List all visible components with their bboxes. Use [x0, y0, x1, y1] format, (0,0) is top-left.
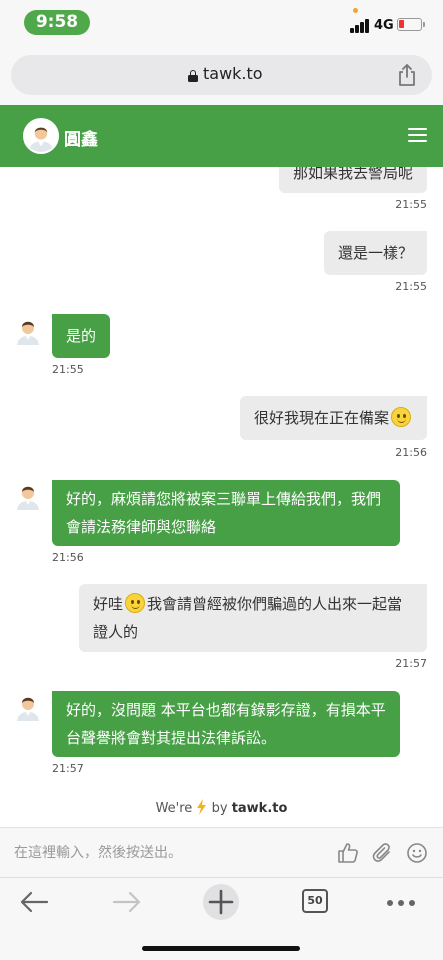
clock: 9:58 [24, 10, 90, 35]
powered-by-tawk[interactable]: We're by tawk.to [0, 799, 443, 816]
smiley-emoji-icon [391, 407, 411, 427]
share-icon[interactable] [398, 64, 416, 86]
paperclip-icon[interactable] [371, 842, 393, 864]
message-composer [0, 827, 443, 877]
agent-avatar-small [17, 321, 39, 345]
message-timestamp: 21:57 [395, 657, 427, 670]
smiley-icon[interactable] [406, 842, 428, 864]
new-tab-icon[interactable] [202, 883, 240, 921]
visitor-message: 很好我現在正在備案 [239, 396, 427, 440]
network-type: 4G [374, 18, 394, 33]
agent-avatar [23, 118, 59, 154]
visitor-message: 好哇 我會請曾經被你們騙過的人出來一起當 證人的 [79, 584, 427, 652]
chat-header: 圓鑫 [0, 105, 443, 167]
agent-avatar-small [17, 697, 39, 721]
signal-strength-icon [350, 19, 370, 33]
smiley-emoji-icon [125, 593, 146, 613]
lock-icon [188, 70, 198, 82]
message-timestamp: 21:55 [395, 198, 427, 211]
message-timestamp: 21:57 [52, 762, 84, 775]
visitor-message: 那如果我去警局呢 [278, 167, 427, 193]
home-indicator [142, 946, 300, 951]
status-bar: 9:58 4G [0, 0, 443, 44]
message-input[interactable] [14, 838, 324, 868]
message-list[interactable]: 那如果我去警局呢 21:55 還是一樣？ 21:55 是的 21:55 很好我現… [0, 167, 443, 827]
battery-icon [397, 18, 425, 31]
address-bar[interactable]: tawk.to [11, 55, 432, 95]
message-timestamp: 21:55 [52, 363, 84, 376]
lightning-bolt-icon [197, 799, 207, 815]
agent-avatar-small [17, 486, 39, 510]
message-timestamp: 21:55 [395, 280, 427, 293]
agent-message: 好的，麻煩請您將被案三聯單上傳給我們，我們 會請法務律師與您聯絡 [52, 480, 400, 546]
message-timestamp: 21:56 [52, 551, 84, 564]
menu-icon[interactable] [408, 128, 427, 143]
browser-toolbar: 50 [0, 877, 443, 960]
agent-message: 好的，沒問題 本平台也都有錄影存證，有損本平 台聲譽將會對其提出法律訴訟。 [52, 691, 400, 757]
visitor-message: 還是一樣？ [323, 231, 427, 275]
browser-address-area: tawk.to [0, 44, 443, 105]
agent-message: 是的 [52, 314, 111, 358]
more-icon[interactable] [387, 900, 417, 906]
message-timestamp: 21:56 [395, 446, 427, 459]
thumbs-up-icon[interactable] [337, 842, 359, 864]
tab-count-button[interactable]: 50 [302, 889, 328, 913]
back-arrow-icon[interactable] [19, 886, 49, 918]
forward-arrow-icon[interactable] [112, 886, 142, 918]
privacy-indicator-icon [353, 8, 358, 13]
agent-name: 圓鑫 [64, 130, 98, 150]
url-text: tawk.to [203, 64, 263, 83]
